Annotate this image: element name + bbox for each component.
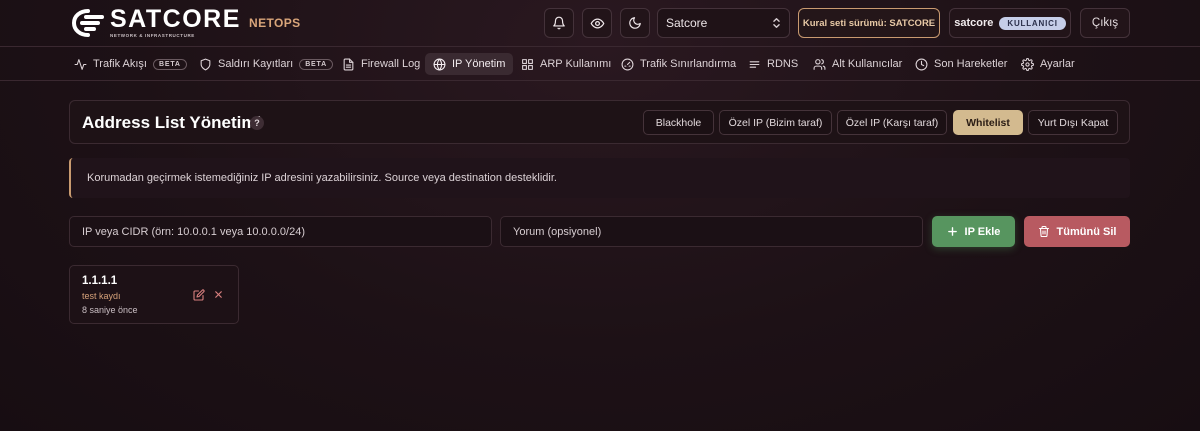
tab-label: Whitelist [966, 116, 1010, 129]
nav-item-traffic-limiting[interactable]: Trafik Sınırlandırma [613, 53, 744, 75]
nav-label: Son Hareketler [934, 58, 1008, 70]
beta-badge: BETA [153, 58, 187, 70]
add-ip-label: IP Ekle [964, 225, 1001, 238]
entry-timestamp: 8 saniye önce [82, 305, 138, 315]
brand-logo[interactable]: SATCORE NETWORK & INFRASTRUCTURE [72, 5, 241, 39]
tab-blackhole[interactable]: Blackhole [643, 110, 714, 135]
tab-label: Özel IP (Karşı taraf) [845, 116, 939, 129]
tab-label: Yurt Dışı Kapat [1037, 116, 1109, 129]
site-select-value: Satcore [666, 16, 708, 30]
nav-label: Saldırı Kayıtları [218, 58, 294, 70]
shield-icon [200, 58, 211, 70]
notifications-button[interactable] [544, 8, 574, 38]
info-banner: Korumadan geçirmek istemediğiniz IP adre… [69, 158, 1130, 198]
ip-input[interactable]: IP veya CIDR (örn: 10.0.0.1 veya 10.0.0.… [69, 216, 492, 247]
theme-toggle-button[interactable] [620, 8, 650, 38]
nav-label: Ayarlar [1040, 58, 1075, 70]
tab-whitelist[interactable]: Whitelist [953, 110, 1023, 135]
tab-private-ip-other-side[interactable]: Özel IP (Karşı taraf) [837, 110, 947, 135]
nav-item-settings[interactable]: Ayarlar [1013, 53, 1083, 75]
user-menu[interactable]: satcore KULLANICI [949, 8, 1071, 38]
delete-all-label: Tümünü Sil [1056, 225, 1117, 238]
main-navigation: Trafik Akışı BETA Saldırı Kayıtları BETA… [0, 48, 1200, 81]
trash-icon [1038, 225, 1049, 238]
brand-name: SATCORE [110, 5, 241, 34]
gear-icon [1021, 57, 1034, 71]
add-ip-button[interactable]: IP Ekle [932, 216, 1015, 247]
bell-icon [553, 16, 565, 30]
entry-ip: 1.1.1.1 [82, 275, 118, 287]
gauge-icon [621, 58, 634, 70]
nav-item-attack-logs[interactable]: Saldırı Kayıtları BETA [191, 53, 341, 75]
plus-icon [947, 227, 957, 236]
address-list-card: Address List Yönetimi ? Blackhole Özel I… [69, 100, 1130, 144]
comment-input-placeholder: Yorum (opsiyonel) [513, 225, 602, 238]
ip-input-placeholder: IP veya CIDR (örn: 10.0.0.1 veya 10.0.0.… [82, 225, 305, 238]
nav-label: IP Yönetim [452, 58, 506, 70]
site-select[interactable]: Satcore [657, 8, 790, 38]
visibility-button[interactable] [582, 8, 612, 38]
comment-input[interactable]: Yorum (opsiyonel) [500, 216, 923, 247]
delete-all-button[interactable]: Tümünü Sil [1024, 216, 1130, 247]
file-icon [343, 58, 354, 70]
nav-label: Alt Kullanıcılar [832, 58, 903, 70]
users-icon [813, 58, 826, 70]
close-icon[interactable] [213, 289, 224, 300]
chevron-updown-icon [773, 18, 780, 28]
beta-badge: BETA [299, 58, 333, 70]
logout-label: Çıkış [1091, 17, 1119, 29]
globe-icon [433, 58, 446, 70]
logout-button[interactable]: Çıkış [1080, 8, 1130, 38]
user-name: satcore [954, 17, 994, 29]
grid-icon [522, 58, 533, 70]
page-title: Address List Yönetimi [82, 113, 262, 132]
nav-item-arp-usage[interactable]: ARP Kullanımı [513, 53, 619, 75]
tab-block-abroad[interactable]: Yurt Dışı Kapat [1028, 110, 1118, 135]
nav-item-traffic-flow[interactable]: Trafik Akışı BETA [66, 53, 195, 75]
tab-label: Özel IP (Bizim taraf) [728, 116, 823, 129]
satcore-logo-icon [72, 9, 104, 37]
moon-icon [629, 17, 641, 29]
nav-item-recent-activity[interactable]: Son Hareketler [907, 53, 1015, 75]
nav-label: Trafik Akışı [93, 58, 147, 70]
ruleset-label: Kural seti sürümü: SATCORE [802, 17, 936, 29]
list-icon [749, 60, 760, 68]
nav-item-ip-management[interactable]: IP Yönetim [425, 53, 514, 75]
eye-icon [590, 18, 604, 28]
top-bar: SATCORE NETWORK & INFRASTRUCTURE NETOPS … [0, 0, 1200, 47]
nav-label: Firewall Log [361, 58, 421, 70]
nav-item-rdns[interactable]: RDNS [740, 53, 806, 75]
clock-icon [915, 58, 928, 70]
tab-private-ip-our-side[interactable]: Özel IP (Bizim taraf) [719, 110, 832, 135]
nav-item-firewall-log[interactable]: Firewall Log [334, 53, 428, 75]
nav-label: Trafik Sınırlandırma [640, 58, 737, 70]
info-text: Korumadan geçirmek istemediğiniz IP adre… [87, 172, 557, 184]
help-icon[interactable]: ? [250, 116, 264, 130]
edit-icon[interactable] [193, 289, 205, 301]
nav-label: ARP Kullanımı [540, 58, 612, 70]
brand-tagline: NETWORK & INFRASTRUCTURE [110, 33, 195, 39]
ruleset-version-badge[interactable]: Kural seti sürümü: SATCORE [798, 8, 940, 38]
activity-icon [74, 58, 87, 70]
product-name: NETOPS [249, 16, 301, 30]
entry-comment: test kaydı [82, 291, 121, 301]
nav-item-sub-users[interactable]: Alt Kullanıcılar [805, 53, 910, 75]
ip-entry-card: 1.1.1.1 test kaydı 8 saniye önce [69, 265, 239, 324]
nav-label: RDNS [767, 58, 799, 70]
user-role-badge: KULLANICI [999, 16, 1066, 30]
tab-label: Blackhole [655, 116, 702, 129]
